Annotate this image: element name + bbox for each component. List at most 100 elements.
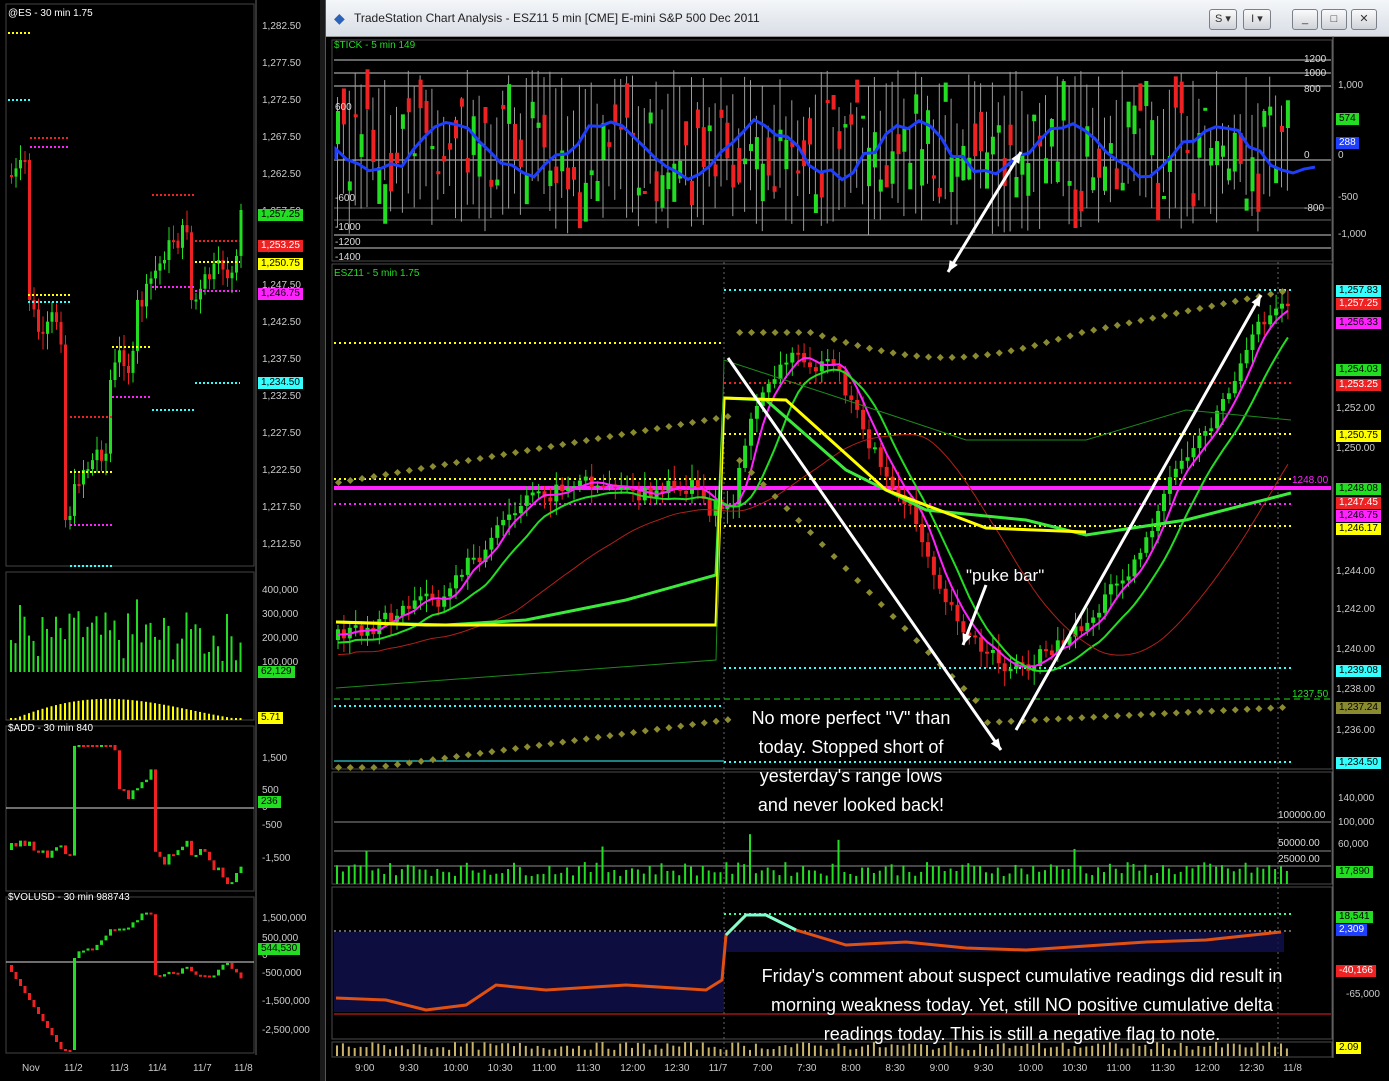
volume-bar xyxy=(695,875,698,884)
left-volusd-tag: 544,530 xyxy=(258,943,301,955)
bollinger-upper-dot xyxy=(1054,335,1062,343)
bollinger-lower-dot xyxy=(370,763,378,772)
bollinger-upper-dot xyxy=(771,328,779,337)
tick-candle xyxy=(731,164,736,188)
volume-bar xyxy=(448,872,451,884)
bollinger-upper-dot xyxy=(405,466,413,475)
bollinger-upper-dot xyxy=(724,412,732,421)
bollinger-upper-dot xyxy=(547,442,555,451)
bollinger-upper-dot xyxy=(1172,309,1180,317)
left-add-candle xyxy=(127,790,130,800)
left-osc-bar xyxy=(145,701,147,720)
bollinger-upper-dot xyxy=(1031,341,1039,350)
volume-bar xyxy=(507,868,510,884)
volume-bar xyxy=(937,866,940,884)
tick-candle xyxy=(861,115,866,119)
left-es-candle xyxy=(14,168,18,177)
left-osc-bar xyxy=(217,715,219,720)
bollinger-lower-dot xyxy=(783,504,791,513)
es-candle xyxy=(990,649,995,653)
bollinger-lower-dot xyxy=(806,528,815,537)
tick-candle xyxy=(583,182,588,222)
bottom-osc-bar xyxy=(961,1048,964,1056)
volume-bar xyxy=(1274,869,1277,884)
bollinger-upper-dot xyxy=(806,328,815,337)
volume-bar xyxy=(566,867,569,884)
bollinger-upper-dot xyxy=(1196,304,1204,313)
tick-candle xyxy=(896,134,901,155)
volume-bar xyxy=(560,872,563,884)
delta-tag-a: 18,541 xyxy=(1336,911,1373,923)
left-osc-bar xyxy=(136,700,138,720)
bottom-osc-bar xyxy=(371,1042,374,1056)
left-add-candle xyxy=(203,848,207,852)
left-es-candle xyxy=(136,300,139,351)
bollinger-lower-dot xyxy=(1031,716,1039,724)
es-candle xyxy=(1108,584,1113,595)
tick-left-level-label: -600 xyxy=(335,193,356,204)
tick-candle xyxy=(1073,189,1078,228)
tick-candle xyxy=(749,144,753,151)
left-volume-bar xyxy=(181,638,183,672)
tick-candle xyxy=(1144,80,1149,107)
bollinger-upper-dot xyxy=(901,351,909,359)
bollinger-upper-dot xyxy=(452,458,461,467)
bottom-osc-bar xyxy=(636,1042,639,1056)
left-chart-window[interactable]: @ES - 30 min 1.75 $ADD - 30 min 840 $VOL… xyxy=(0,0,322,1081)
volume-bar xyxy=(625,869,628,884)
tick-candle xyxy=(554,166,559,183)
left-price-tick: 1,262.50 xyxy=(262,169,301,180)
es-candle xyxy=(1191,448,1196,458)
bollinger-upper-dot xyxy=(1125,319,1133,327)
bollinger-upper-dot xyxy=(995,349,1003,357)
volume-bar xyxy=(743,864,746,884)
left-osc-bar xyxy=(59,704,62,720)
left-osc-bar xyxy=(100,698,102,720)
left-es-candle xyxy=(176,240,180,248)
volume-bar xyxy=(442,871,445,884)
tick-candle xyxy=(1132,105,1137,134)
bollinger-upper-dot xyxy=(582,436,590,445)
tick-candle xyxy=(1108,143,1113,154)
price-tag-k: 1,239.08 xyxy=(1336,665,1381,677)
left-add-candle xyxy=(167,854,171,865)
bottom-osc-bar xyxy=(973,1049,976,1056)
tick-candle xyxy=(595,180,600,202)
tick-candle xyxy=(436,171,441,175)
left-pane-frame xyxy=(5,3,255,567)
left-volume-bar xyxy=(59,628,62,672)
left-add-candle xyxy=(55,847,58,851)
left-add-candle xyxy=(145,779,148,783)
bottom-osc-bar xyxy=(695,1049,698,1056)
bollinger-upper-dot xyxy=(1231,297,1239,305)
bollinger-upper-dot xyxy=(983,351,992,359)
tick-candle xyxy=(937,188,942,197)
bollinger-upper-dot xyxy=(1243,295,1251,303)
es-candle xyxy=(1049,650,1054,656)
tick-candle xyxy=(1044,158,1048,184)
tick-candle xyxy=(489,179,494,187)
volume-bar xyxy=(1132,863,1135,884)
left-volume-bar xyxy=(91,622,93,672)
left-add-candle xyxy=(32,841,36,851)
main-chart-window[interactable]: ◆ TradeStation Chart Analysis - ESZ11 5 … xyxy=(325,0,1389,1081)
left-es-candle xyxy=(59,322,63,345)
left-volusd-candle xyxy=(109,929,112,936)
volume-bar xyxy=(707,870,710,884)
tick-candle xyxy=(648,112,653,124)
price-axis-label: 1,250.00 xyxy=(1336,443,1375,454)
left-volume-bar xyxy=(68,613,71,672)
tick-candle xyxy=(406,98,411,113)
left-volume-bar xyxy=(41,617,44,672)
bottom-osc-bar xyxy=(595,1042,598,1056)
bollinger-lower-dot xyxy=(618,730,626,738)
es-candle xyxy=(937,574,942,589)
level-1248-label: 1248.00 xyxy=(1292,475,1329,486)
left-add-candle xyxy=(19,840,22,847)
left-add-candle xyxy=(118,750,121,790)
left-es-candle xyxy=(113,362,117,380)
bollinger-lower-dot xyxy=(865,588,874,597)
tick-left-level-label: 600 xyxy=(335,102,352,113)
bollinger-lower-dot xyxy=(535,741,543,749)
left-osc-bar xyxy=(190,710,192,720)
